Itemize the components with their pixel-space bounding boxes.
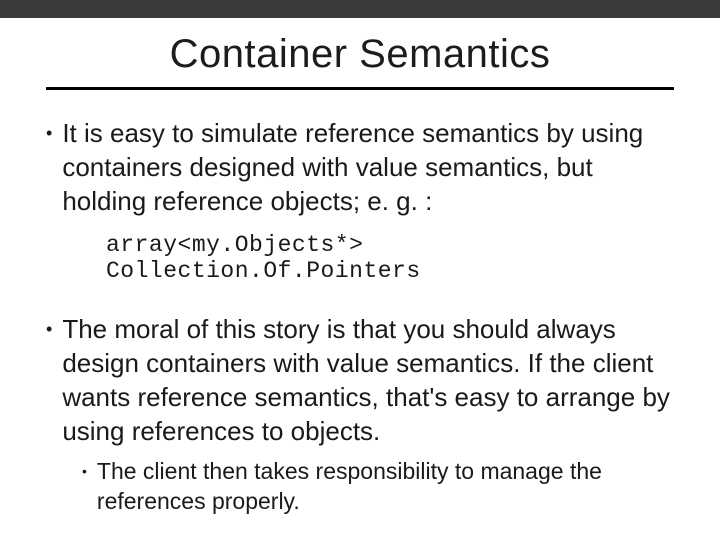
- bullet-text: The moral of this story is that you shou…: [62, 312, 680, 448]
- bullet-item: • It is easy to simulate reference seman…: [46, 116, 680, 218]
- sub-bullet-item: • The client then takes responsibility t…: [82, 456, 680, 516]
- sub-bullet-text: The client then takes responsibility to …: [97, 456, 680, 516]
- bullet-dot-icon: •: [82, 456, 87, 486]
- bullet-dot-icon: •: [46, 312, 52, 346]
- slide-title: Container Semantics: [40, 32, 680, 77]
- bullet-item: • The moral of this story is that you sh…: [46, 312, 680, 448]
- title-rule: [46, 87, 674, 90]
- top-bar: [0, 0, 720, 18]
- slide-body: Container Semantics • It is easy to simu…: [0, 32, 720, 516]
- bullet-dot-icon: •: [46, 116, 52, 150]
- code-example: array<my.Objects*> Collection.Of.Pointer…: [106, 232, 680, 284]
- bullet-text: It is easy to simulate reference semanti…: [62, 116, 680, 218]
